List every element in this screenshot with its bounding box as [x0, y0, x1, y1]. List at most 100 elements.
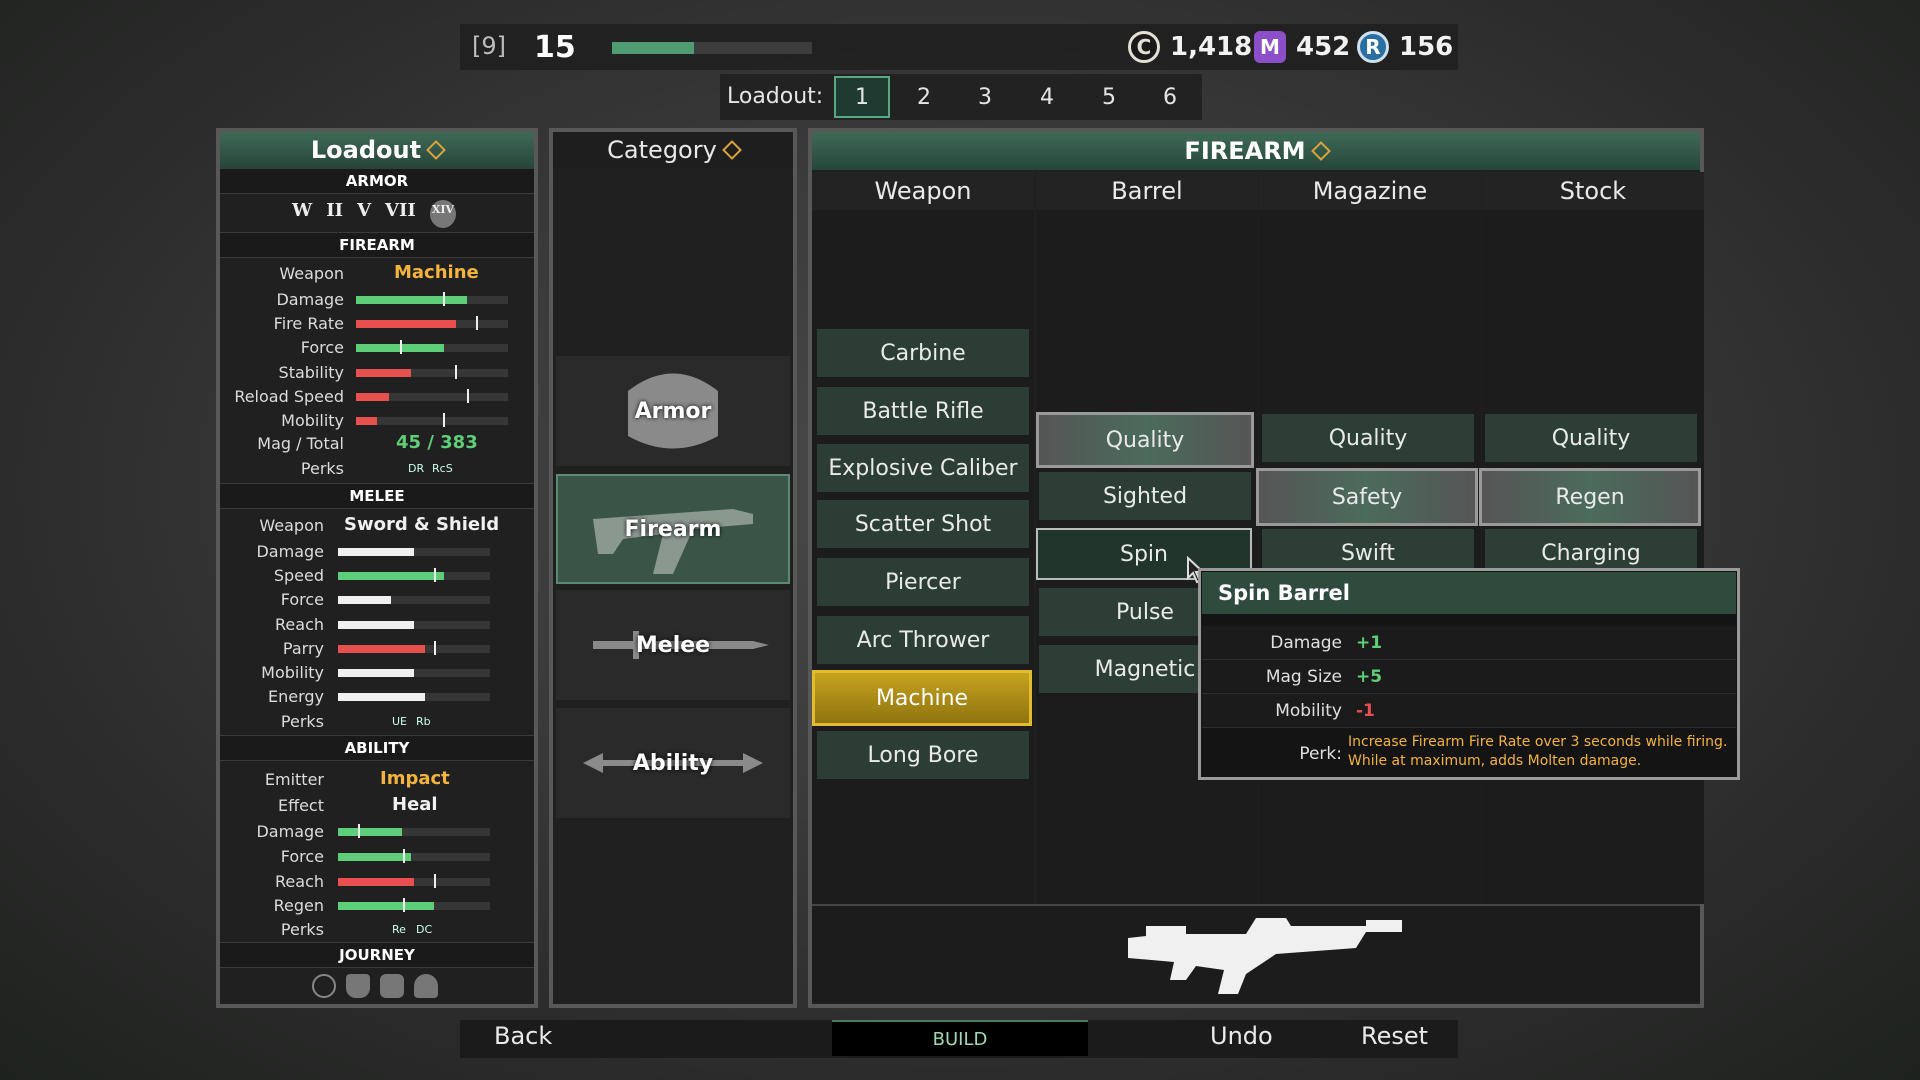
barrel-option-quality[interactable]: Quality	[1036, 412, 1254, 468]
armor-tier-icon: W	[292, 200, 313, 221]
ability-perks-label: Perks	[280, 920, 324, 939]
armor-section-header: ARMOR	[220, 168, 534, 194]
category-label: Melee	[635, 632, 711, 658]
loadout-tab-6[interactable]: 6	[1142, 76, 1198, 118]
firearm-title: FIREARM	[1184, 137, 1306, 165]
stat-bar	[338, 898, 490, 913]
reputation-icon: R	[1357, 31, 1389, 63]
reset-button[interactable]: Reset	[1361, 1022, 1428, 1050]
melee-weapon-value: Sword & Shield	[344, 514, 500, 535]
stat-bar-marker	[433, 873, 436, 888]
weapon-column-header: Weapon	[812, 172, 1034, 210]
tooltip-perk-label: Perk:	[1299, 744, 1342, 764]
stat-bar-fill	[338, 877, 414, 886]
stat-bar-marker	[454, 364, 457, 379]
stat-bar-fill	[338, 693, 425, 702]
stat-bar-marker	[403, 848, 406, 863]
loadout-summary-title: Loadout	[310, 136, 422, 164]
armor-tier-icon: V	[357, 200, 372, 221]
weapon-option-carbine[interactable]: Carbine	[817, 329, 1029, 377]
stat-bar	[338, 669, 490, 677]
firearm-header: FIREARM	[812, 132, 1700, 170]
credits-icon: C	[1128, 31, 1160, 63]
stat-bar-marker	[466, 388, 469, 403]
ability-emitter-value: Impact	[380, 768, 450, 789]
build-button[interactable]: BUILD	[832, 1020, 1088, 1056]
stock-option-regen[interactable]: Regen	[1479, 468, 1701, 526]
reputation-value: 156	[1399, 32, 1454, 62]
loadout-tab-5[interactable]: 5	[1081, 76, 1137, 118]
stat-label: Speed	[273, 566, 324, 586]
ability-effect-value: Heal	[392, 794, 438, 815]
journey-icons	[312, 974, 442, 1002]
tooltip-stat-value: +5	[1356, 667, 1383, 687]
ability-perk-icon: Re	[392, 923, 406, 936]
stat-label: Mobility	[261, 663, 324, 682]
stat-bar	[338, 848, 490, 863]
barrel-option-sighted[interactable]: Sighted	[1039, 472, 1251, 520]
stat-bar-fill	[356, 368, 411, 377]
stat-label: Damage	[256, 542, 324, 561]
category-firearm-button[interactable]: Firearm	[556, 474, 790, 584]
tooltip-title: Spin Barrel	[1202, 572, 1736, 614]
stat-label: Damage	[256, 822, 324, 841]
mag-total-value: 45 / 383	[396, 432, 478, 453]
stat-bar	[356, 388, 508, 403]
weapon-option-arc-thrower[interactable]: Arc Thrower	[817, 616, 1029, 664]
weapon-option-machine[interactable]: Machine	[812, 670, 1032, 726]
armor-tier-icon: VII	[385, 200, 416, 221]
info-diamond-icon	[426, 140, 446, 160]
melee-weapon-label: Weapon	[259, 516, 324, 535]
stat-label: Reach	[275, 614, 324, 634]
back-button[interactable]: Back	[494, 1022, 552, 1050]
tooltip-stat-label: Mobility	[1275, 701, 1342, 721]
magazine-option-safety[interactable]: Safety	[1256, 468, 1478, 526]
tooltip-stat-label: Damage	[1270, 633, 1342, 653]
magazine-option-quality[interactable]: Quality	[1262, 414, 1474, 462]
stat-bar-fill	[338, 548, 414, 556]
armor-tier-icons: W II V VII XIV	[292, 200, 472, 228]
level-bracket: [9]	[472, 32, 506, 60]
stat-bar-marker	[403, 898, 406, 913]
stat-label: Damage	[276, 290, 344, 309]
loadout-summary-header: Loadout	[220, 132, 534, 168]
stock-option-quality[interactable]: Quality	[1485, 414, 1697, 462]
xp-progress-bar	[612, 42, 812, 54]
stat-bar-fill	[356, 320, 457, 329]
stat-bar	[356, 364, 508, 379]
stat-label: Force	[280, 590, 324, 610]
loadout-tab-2[interactable]: 2	[896, 76, 952, 118]
firearm-weapon-label: Weapon	[279, 264, 344, 283]
weapon-option-battle-rifle[interactable]: Battle Rifle	[817, 387, 1029, 435]
loadout-tab-1[interactable]: 1	[834, 76, 890, 118]
xp-progress-fill	[612, 42, 694, 54]
helmet-icon	[414, 974, 438, 998]
stat-bar-fill	[338, 852, 411, 861]
stat-bar	[338, 824, 490, 838]
melee-perk-icon: UE	[392, 715, 408, 728]
weapon-option-scatter-shot[interactable]: Scatter Shot	[817, 500, 1029, 548]
stat-bar-fill	[356, 417, 378, 425]
mag-total-label: Mag / Total	[257, 434, 344, 453]
category-ability-button[interactable]: Ability	[556, 708, 790, 818]
stat-bar-fill	[338, 828, 402, 836]
stat-bar	[338, 596, 490, 605]
category-melee-button[interactable]: Melee	[556, 590, 790, 700]
magazine-column-header: Magazine	[1259, 172, 1481, 210]
undo-button[interactable]: Undo	[1210, 1022, 1273, 1050]
loadout-tab-3[interactable]: 3	[957, 76, 1013, 118]
melee-perk-icon: Rb	[416, 715, 431, 728]
trophy-icon	[346, 974, 370, 998]
stat-bar-fill	[338, 644, 425, 653]
category-armor-button[interactable]: Armor	[556, 356, 790, 466]
stat-label: Regen	[273, 896, 324, 916]
stat-bar	[356, 340, 508, 355]
weapon-option-long-bore[interactable]: Long Bore	[817, 731, 1029, 779]
weapon-option-piercer[interactable]: Piercer	[817, 558, 1029, 606]
loadout-tab-4[interactable]: 4	[1019, 76, 1075, 118]
stat-bar-marker	[476, 316, 479, 331]
ability-effect-label: Effect	[277, 796, 324, 815]
stat-label: Force	[280, 846, 324, 866]
stat-label: Reach	[275, 871, 324, 891]
weapon-option-explosive-caliber[interactable]: Explosive Caliber	[817, 444, 1029, 492]
